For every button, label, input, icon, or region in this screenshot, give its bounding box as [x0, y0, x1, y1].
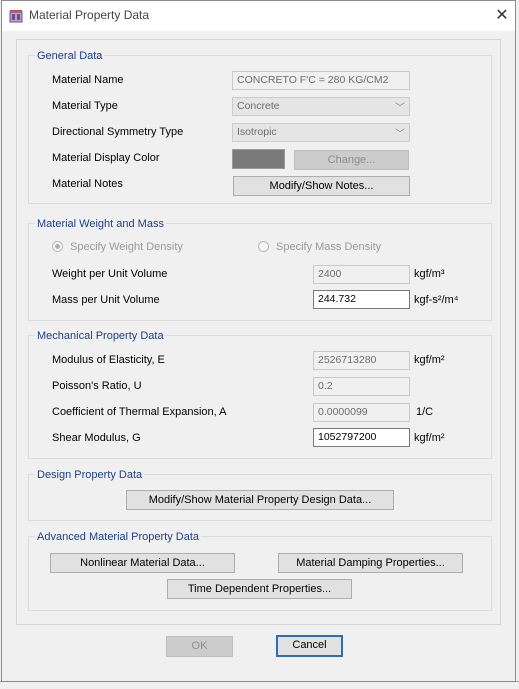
shear-unit: kgf/m² — [414, 432, 445, 444]
chevron-down-icon: ﹀ — [395, 103, 405, 114]
modify-notes-button[interactable]: Modify/Show Notes... — [233, 176, 410, 196]
material-notes-label: Material Notes — [52, 178, 123, 190]
window-title: Material Property Data — [29, 8, 150, 22]
material-name-field[interactable]: CONCRETO F'C = 280 KG/CM2 — [232, 71, 410, 90]
weight-density-radio[interactable] — [52, 241, 63, 252]
mass-unit: kgf-s²/m⁴ — [414, 294, 459, 306]
mass-per-volume-label: Mass per Unit Volume — [52, 294, 160, 306]
change-color-button[interactable]: Change... — [294, 150, 409, 170]
symmetry-type-label: Directional Symmetry Type — [52, 126, 184, 138]
material-property-dialog: Material Property Data ✕ General Data Ma… — [1, 0, 516, 682]
advanced-group — [28, 536, 492, 611]
advanced-title: Advanced Material Property Data — [35, 531, 202, 543]
weight-mass-title: Material Weight and Mass — [35, 218, 166, 230]
shear-modulus-label: Shear Modulus, G — [52, 432, 141, 444]
shear-modulus-field[interactable]: 1052797200 — [313, 428, 410, 447]
material-type-label: Material Type — [52, 100, 118, 112]
weight-unit: kgf/m³ — [414, 268, 445, 280]
symmetry-type-value: Isotropic — [237, 126, 277, 138]
weight-density-radio-label: Specify Weight Density — [70, 241, 183, 253]
poisson-label: Poisson's Ratio, U — [52, 380, 142, 392]
design-title: Design Property Data — [35, 469, 145, 481]
material-icon — [9, 10, 23, 23]
mass-per-volume-field[interactable]: 244.732 — [313, 290, 410, 309]
mechanical-title: Mechanical Property Data — [35, 330, 166, 342]
title-bar: Material Property Data ✕ — [2, 1, 515, 31]
time-dependent-button[interactable]: Time Dependent Properties... — [167, 579, 352, 599]
thermal-expansion-field[interactable]: 0.0000099 — [313, 403, 410, 422]
thermal-unit: 1/C — [416, 406, 434, 418]
modulus-field[interactable]: 2526713280 — [313, 351, 410, 370]
poisson-field[interactable]: 0.2 — [313, 377, 410, 396]
design-data-button[interactable]: Modify/Show Material Property Design Dat… — [126, 490, 394, 510]
nonlinear-data-button[interactable]: Nonlinear Material Data... — [50, 553, 235, 573]
modulus-label: Modulus of Elasticity, E — [52, 354, 165, 366]
material-type-value: Concrete — [237, 100, 280, 112]
symmetry-type-select[interactable]: Isotropic ﹀ — [232, 123, 410, 142]
material-type-select[interactable]: Concrete ﹀ — [232, 97, 410, 116]
material-name-label: Material Name — [52, 74, 124, 86]
ok-button[interactable]: OK — [166, 636, 233, 657]
mass-density-radio-label: Specify Mass Density — [276, 241, 382, 253]
mass-density-radio[interactable] — [258, 241, 269, 252]
modulus-unit: kgf/m² — [414, 354, 445, 366]
close-icon[interactable]: ✕ — [492, 6, 512, 26]
weight-per-volume-field[interactable]: 2400 — [313, 265, 410, 284]
damping-properties-button[interactable]: Material Damping Properties... — [278, 553, 463, 573]
general-data-title: General Data — [35, 50, 105, 62]
display-color-label: Material Display Color — [52, 152, 160, 164]
weight-per-volume-label: Weight per Unit Volume — [52, 268, 168, 280]
display-color-swatch — [232, 149, 285, 169]
thermal-expansion-label: Coefficient of Thermal Expansion, A — [52, 406, 227, 418]
chevron-down-icon: ﹀ — [395, 129, 405, 140]
cancel-button[interactable]: Cancel — [276, 635, 343, 657]
